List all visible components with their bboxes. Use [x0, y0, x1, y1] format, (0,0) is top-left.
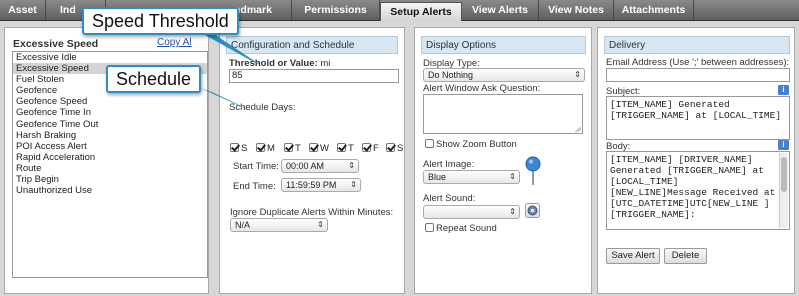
schedule-callout: Schedule: [106, 65, 202, 93]
schedule-callout-pointer: [200, 88, 258, 114]
speed-threshold-callout: Speed Threshold: [82, 7, 239, 35]
speed-callout-pointer: [196, 30, 262, 66]
callout-pointers: [196, 30, 262, 114]
